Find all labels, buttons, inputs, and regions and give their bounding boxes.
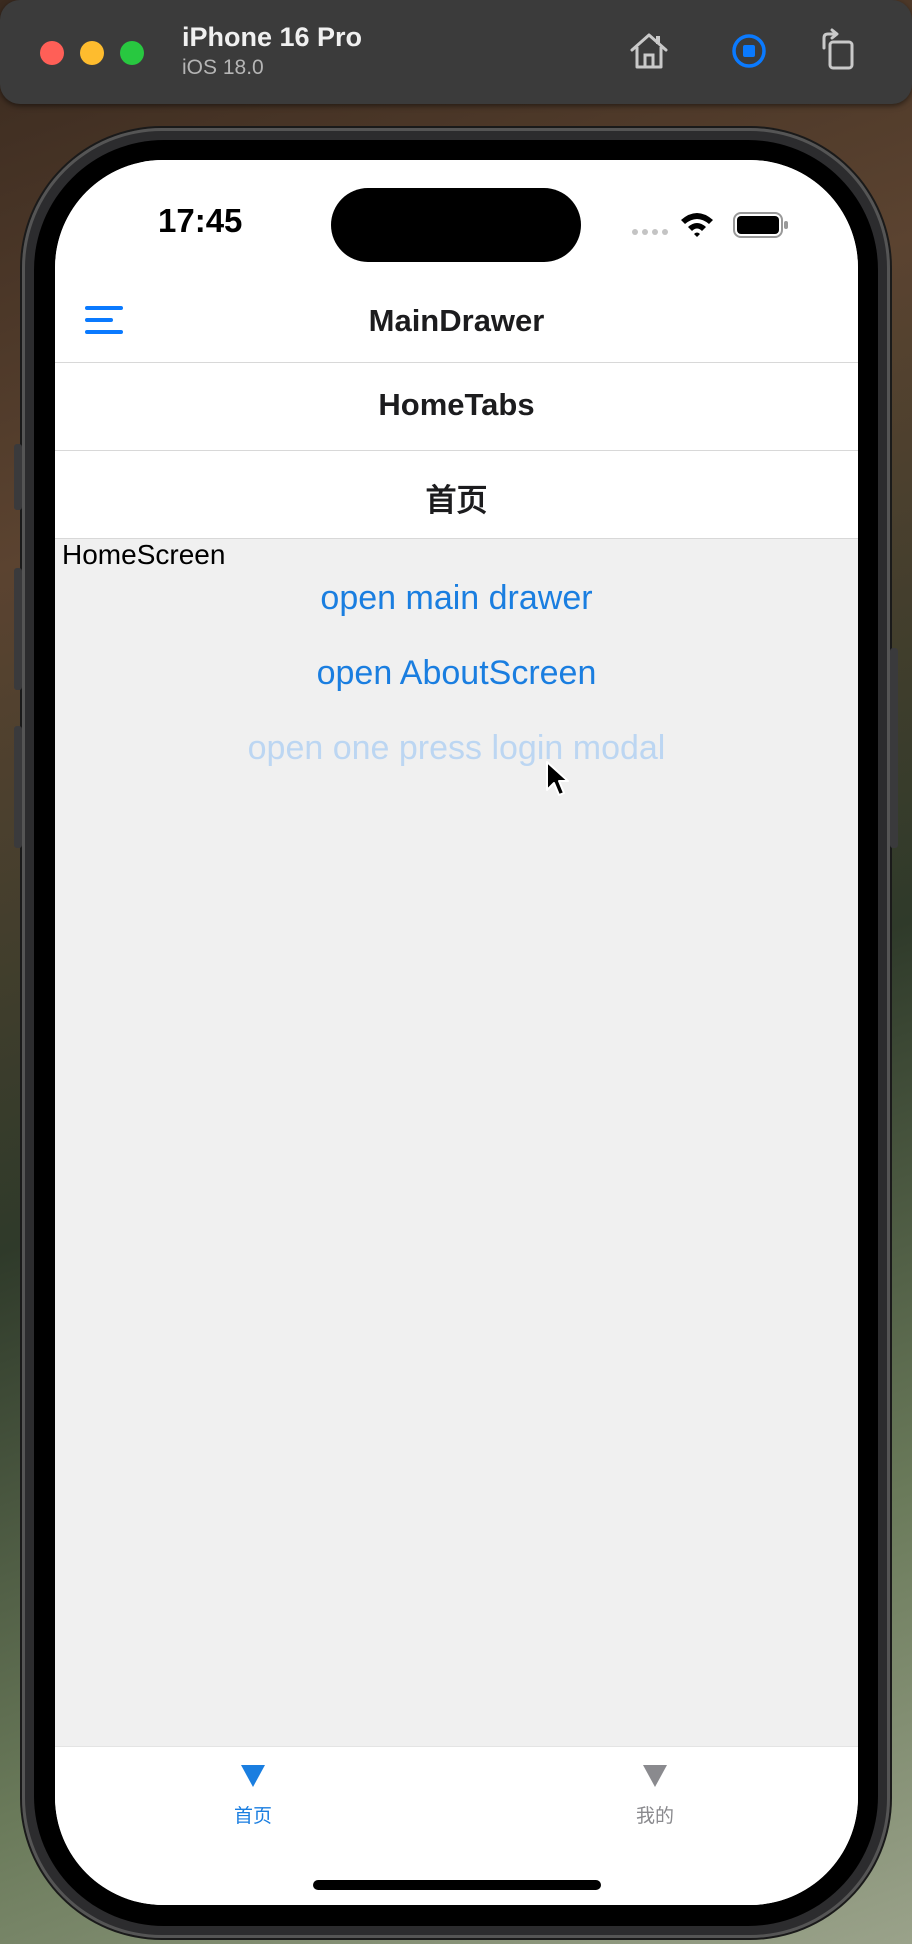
cellular-signal-icon <box>632 229 668 235</box>
status-bar: 17:45 <box>55 160 858 285</box>
rotate-icon[interactable] <box>816 28 862 74</box>
screenshot-record-icon[interactable] <box>726 28 772 74</box>
drawer-title: MainDrawer <box>368 303 545 338</box>
home-screen-content: HomeScreen open main drawer open AboutSc… <box>55 539 858 1746</box>
side-power-button <box>890 648 898 848</box>
home-indicator[interactable] <box>313 1880 601 1890</box>
os-version: iOS 18.0 <box>182 56 264 79</box>
triangle-down-icon <box>241 1765 265 1787</box>
home-icon[interactable] <box>626 28 672 74</box>
status-time: 17:45 <box>158 202 243 239</box>
wifi-icon <box>681 213 713 237</box>
tabs-header: HomeTabs <box>55 363 858 451</box>
home-screen-label: HomeScreen <box>62 539 226 570</box>
simulator-title-bar: iPhone 16 Pro iOS 18.0 <box>0 0 912 104</box>
open-about-screen-button[interactable]: open AboutScreen <box>55 654 858 693</box>
dynamic-island <box>331 188 581 262</box>
screen-header: 首页 <box>55 451 858 539</box>
minimize-window-button[interactable] <box>80 41 104 65</box>
open-main-drawer-button[interactable]: open main drawer <box>55 579 858 618</box>
drawer-header: MainDrawer <box>55 285 858 363</box>
phone-screen: 17:45 MainDrawer HomeTabs 首页 HomeScreen … <box>55 160 858 1905</box>
tab-mine-label: 我的 <box>635 1806 674 1827</box>
tab-home-label: 首页 <box>233 1806 272 1827</box>
action-button <box>14 444 22 510</box>
triangle-down-icon <box>643 1765 667 1787</box>
volume-up-button <box>14 568 22 690</box>
mouse-cursor-icon <box>546 761 569 796</box>
battery-icon <box>733 212 788 238</box>
tab-home[interactable]: 首页 <box>153 1763 353 1828</box>
close-window-button[interactable] <box>40 41 64 65</box>
open-login-modal-button[interactable]: open one press login modal <box>55 729 858 768</box>
device-name: iPhone 16 Pro <box>182 22 363 52</box>
screen-title: 首页 <box>425 483 488 518</box>
volume-down-button <box>14 726 22 848</box>
zoom-window-button[interactable] <box>120 41 144 65</box>
tabs-title: HomeTabs <box>378 387 535 422</box>
tab-mine[interactable]: 我的 <box>555 1763 755 1828</box>
